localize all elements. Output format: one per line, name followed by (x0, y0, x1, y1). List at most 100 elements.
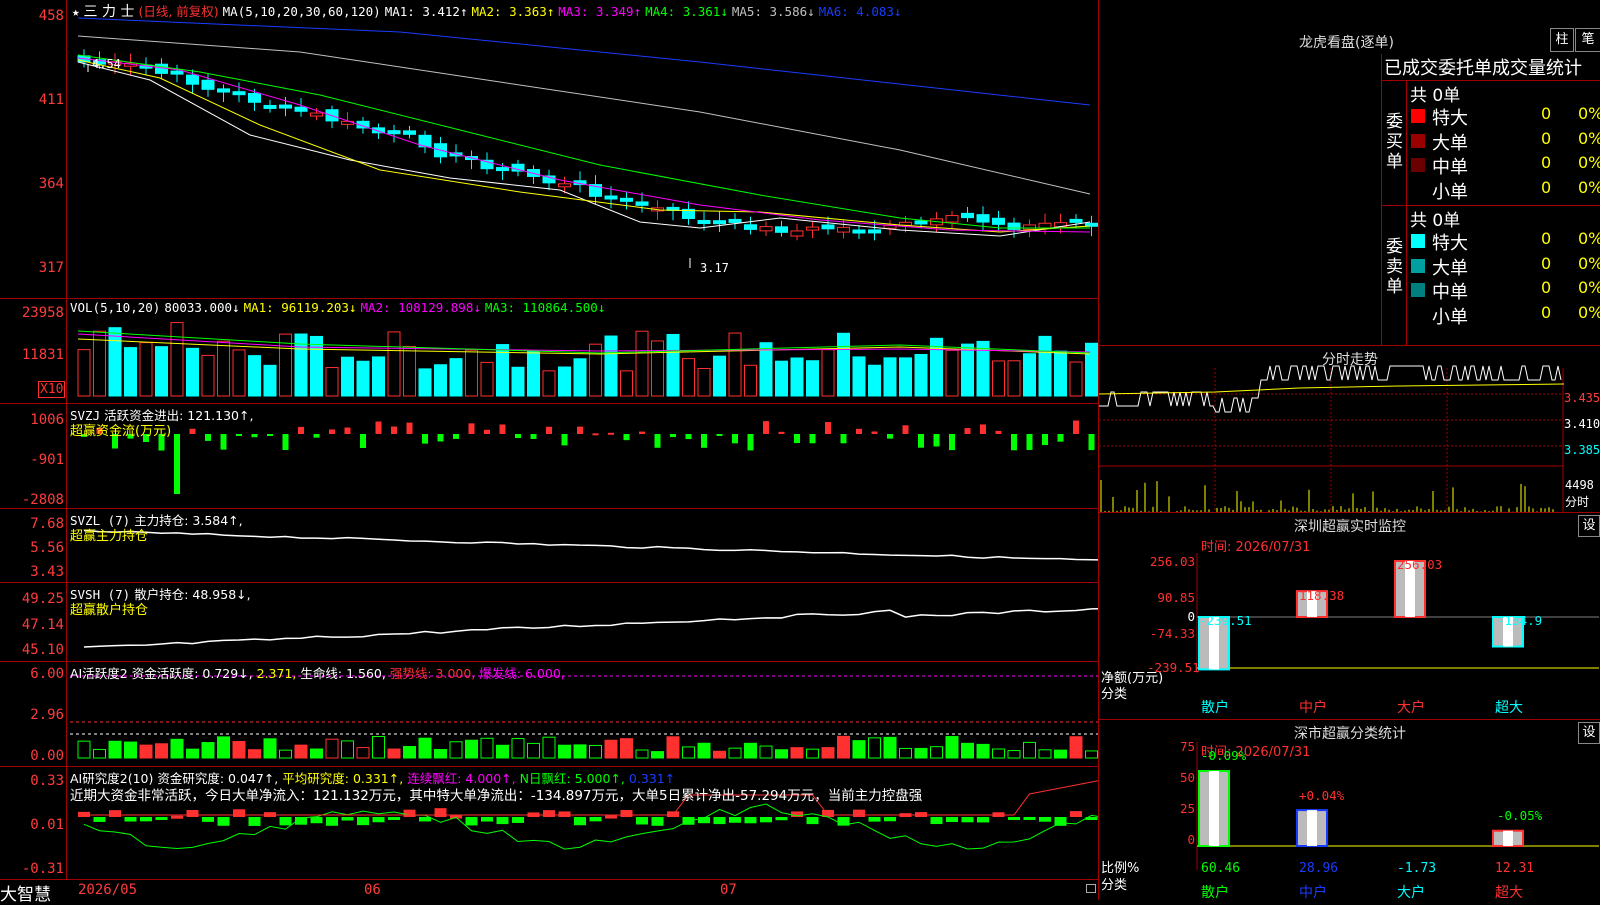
activity-bar (573, 744, 587, 759)
research-bar (775, 817, 788, 821)
szs-chg-0: -0.09% (1201, 748, 1247, 763)
research-bar (1070, 811, 1082, 817)
sell-row-label: 大单 (1432, 257, 1468, 279)
flow-bar (887, 434, 893, 439)
intra-price-0: 3.435 (1564, 391, 1600, 405)
vol-value: 80033.000↓ (164, 300, 240, 315)
research-bar (713, 817, 726, 825)
buy-row-pct: 0% (1578, 128, 1600, 148)
svsh-sub: 超赢散户持仓 (70, 603, 149, 618)
candle (1038, 222, 1052, 229)
research-bar (1039, 817, 1051, 822)
activity-bar (961, 742, 974, 759)
flow-bar (236, 434, 242, 436)
bar-view-button[interactable]: 柱 (1550, 28, 1574, 52)
volume-bar (775, 360, 788, 397)
volume-panel[interactable]: 23958 11831 X10 VOL(5,10,20) 80033.000↓ MA… (0, 299, 1098, 404)
tick-view-button[interactable]: 笔 (1575, 28, 1600, 52)
buy-row-pct: 0% (1578, 177, 1600, 197)
candle (403, 130, 416, 135)
date-label-0: 2026/05 (78, 882, 138, 898)
flow-bar (360, 434, 366, 448)
flow-bar (329, 429, 335, 434)
star-icon[interactable]: ★ (72, 4, 80, 19)
price-panel[interactable]: 458 411 364 317 ★ 三 力 士 (日线, 前复权) MA(5,10,2… (0, 0, 1098, 299)
szm-y-3: -74.33 (1149, 626, 1195, 641)
ma-line-4 (77, 54, 1090, 229)
price-header: ★ 三 力 士 (日线, 前复权) MA(5,10,20,30,60,120) MA1:… (72, 1, 905, 21)
svsh-panel[interactable]: 49.25 47.14 45.10 SVSH (7) 散户持仓: 48.958↓,… (0, 583, 1098, 662)
aia-label-0: 6.00 (30, 666, 64, 682)
szs-val-0: 60.46 (1201, 861, 1241, 876)
volume-bar (1038, 335, 1052, 397)
vol-unit: X10 (38, 381, 66, 398)
candlestick-chart[interactable] (0, 0, 1098, 298)
lhb-divider-v (1381, 54, 1382, 345)
research-bar (109, 810, 121, 817)
intra-price-1: 3.410 (1564, 417, 1600, 431)
ma-line-3 (77, 57, 1091, 233)
activity-bar (589, 744, 602, 759)
buy-row-label: 中单 (1432, 157, 1468, 178)
buy-row-label: 小单 (1432, 181, 1468, 203)
research-bar (93, 817, 106, 822)
lock-icon[interactable] (1086, 884, 1096, 893)
buy-row-pct: 0% (1578, 104, 1600, 123)
svzj-panel[interactable]: 1006 -901 -2808 SVZJ 活跃资金进出: 121.130↑, 超赢… (0, 404, 1098, 509)
sell-row-count: 0 (1541, 278, 1552, 297)
ai-active-panel[interactable]: 6.00 2.96 0.00 AI活跃度2 资金活跃度: 0.729↓, 2.371… (0, 662, 1098, 767)
svsh-label-1: 47.14 (21, 617, 64, 633)
szm-val-2: 256.03 (1397, 557, 1443, 572)
szs-cat-2: 大户 (1397, 885, 1425, 901)
air-label-0: 0.33 (30, 773, 64, 789)
aia-v5: 爆发线: 6.000, (479, 666, 565, 681)
svzl-panel[interactable]: 7.68 5.56 3.43 SVZL (7) 主力持仓: 3.584↑, 超赢主… (0, 509, 1098, 583)
volume-bar (217, 340, 230, 397)
flow-bar (608, 432, 614, 435)
intraday-chart[interactable] (1099, 346, 1600, 512)
sell-row-pct: 0% (1578, 229, 1600, 248)
vol-ma1: MA1: 96119.203↓ (243, 300, 357, 315)
intraday-panel[interactable]: 分时走势 3.435 3.410 3.385 4498 分时 (1098, 346, 1600, 513)
flow-bar (794, 434, 800, 444)
activity-bar (945, 736, 959, 759)
activity-bar (356, 747, 370, 759)
flow-bar (701, 434, 707, 448)
sz-monitor-panel[interactable]: 深圳超赢实时监控 设 时间: 2026/07/31 256.03 90.85 0… (1098, 513, 1600, 720)
flow-bar (1042, 434, 1048, 446)
candle (170, 70, 184, 75)
buy-row-pct: 0% (1578, 153, 1600, 172)
sz-stats-panel[interactable]: 深市超赢分类统计 设 时间: 2026/07/31 75 50 25 0 比例%… (1098, 720, 1600, 901)
research-bar (667, 811, 679, 817)
aia-v1: 资金活跃度: 0.729↓, (131, 666, 253, 681)
volume-bar (713, 355, 726, 397)
activity-bar (759, 745, 773, 759)
flow-bar (422, 434, 428, 444)
aia-label-2: 0.00 (30, 748, 64, 764)
volume-bar (403, 345, 416, 397)
air-label-1: 0.01 (30, 817, 64, 833)
candle (186, 74, 199, 85)
ma-params: MA(5,10,20,30,60,120) (222, 4, 381, 19)
volume-bar (434, 364, 447, 397)
activity-bar (651, 751, 664, 759)
flow-bar (391, 426, 397, 434)
flow-bar (747, 434, 754, 451)
szm-cat-2: 大户 (1397, 700, 1425, 716)
volume-bar (604, 335, 618, 397)
research-bar (372, 817, 385, 823)
flow-bar (499, 424, 506, 434)
research-bar (310, 817, 323, 824)
activity-bar (217, 736, 230, 759)
flow-bar (1073, 420, 1079, 434)
volume-bar (310, 335, 323, 397)
volume-bar (186, 347, 199, 397)
ai-research-panel[interactable]: 0.33 0.01 -0.31 AI研究度2(10) 资金研究度: 0.047↑,… (0, 767, 1098, 880)
sell-row-swatch (1411, 234, 1425, 248)
low-marker: 3.17 (700, 261, 729, 275)
szs-val-2: -1.73 (1397, 861, 1437, 876)
activity-bar (310, 748, 323, 759)
candle (976, 214, 990, 223)
flow-bar (189, 428, 196, 434)
lhb-panel: 龙虎看盘(逐单) 柱 笔 已成交委托单成交量统计 委买单 委卖单 共 0单 共 … (1098, 0, 1600, 346)
